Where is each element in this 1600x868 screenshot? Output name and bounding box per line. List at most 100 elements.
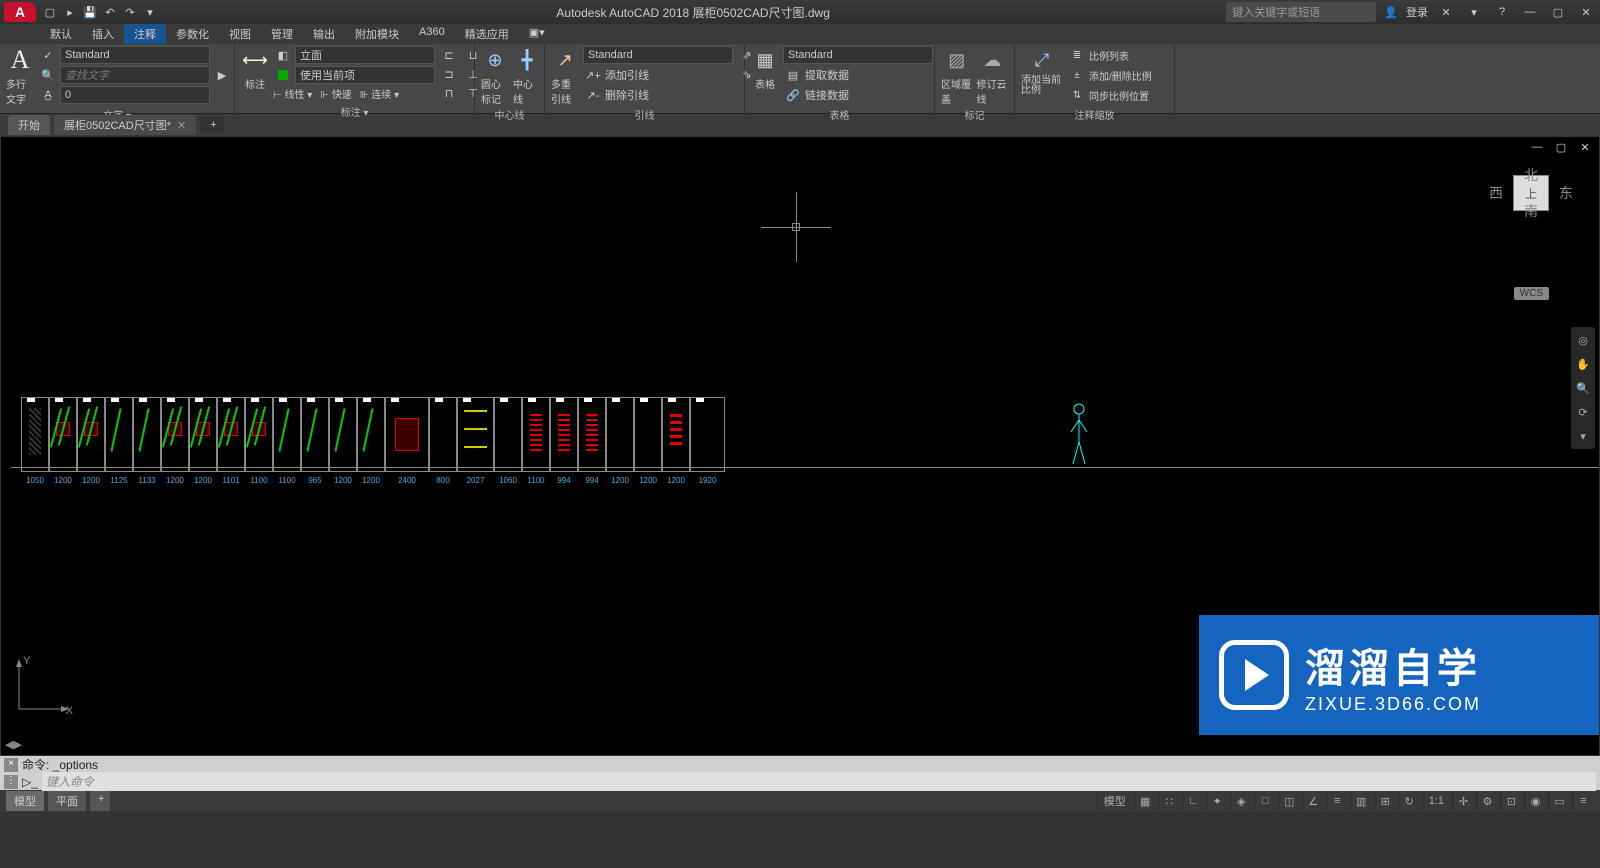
leaderstyle-combo[interactable]: Standard [583,46,733,64]
dimcont-button[interactable]: ⊪ 连续 ▾ [360,86,399,101]
nav-pan-icon[interactable]: ✋ [1574,355,1592,373]
sb-scale-label[interactable]: 1:1 [1422,792,1450,810]
sb-otrack-icon[interactable]: ∠ [1302,792,1324,810]
viewcube-west[interactable]: 西 [1489,183,1503,203]
command-input[interactable]: 键入命令 [42,772,1596,791]
layout-add-button[interactable]: + [90,791,110,811]
sb-custom-icon[interactable]: ≡ [1572,792,1594,810]
sb-iso2-icon[interactable]: ◉ [1524,792,1546,810]
dimlayer-icon[interactable]: ◧ [273,46,293,64]
link-icon[interactable]: 🔗 [783,86,803,104]
tab-default[interactable]: 默认 [40,24,82,44]
mtext-button[interactable]: A 多行文字 [6,46,34,106]
app-logo[interactable]: A [4,2,36,22]
find-go-icon[interactable]: ▶ [212,66,232,84]
scaleadd-icon[interactable]: ± [1067,66,1087,84]
revcloud-button[interactable]: ☁修订云线 [977,46,1009,106]
sb-lwt-icon[interactable]: ≡ [1326,792,1348,810]
sb-ws-icon[interactable]: ⚙ [1476,792,1498,810]
tab-output[interactable]: 输出 [303,24,345,44]
textheight-combo[interactable]: 0 [60,86,210,104]
dimlinear-button[interactable]: ⊢ 线性 ▾ [273,86,312,101]
start-tab[interactable]: 开始 [8,115,50,135]
vp-close-icon[interactable]: ✕ [1575,139,1595,155]
scalelist-label[interactable]: 比例列表 [1089,48,1129,63]
cmd-close-icon[interactable]: × [4,758,18,772]
tab-expand-icon[interactable]: ▣▾ [519,24,555,44]
nav-zoom-icon[interactable]: 🔍 [1574,379,1592,397]
sb-grid-icon[interactable]: ▦ [1134,792,1156,810]
dimquick-button[interactable]: ⊩ 快速 [320,86,352,101]
sb-snap-icon[interactable]: ∷ [1158,792,1180,810]
sb-model-label[interactable]: 模型 [1097,792,1132,810]
tab-manage[interactable]: 管理 [261,24,303,44]
file-tab[interactable]: 展柜0502CAD尺寸图*✕ [54,115,196,135]
new-tab-button[interactable]: + [200,117,224,133]
dim-t1-icon[interactable]: ⊏ [439,46,459,64]
scalesync-label[interactable]: 同步比例位置 [1089,88,1149,103]
tab-view[interactable]: 视图 [219,24,261,44]
dimstyle-combo[interactable]: 立面 [295,46,435,64]
sb-3dosnap-icon[interactable]: ◫ [1278,792,1300,810]
leaderrem-icon[interactable]: ↗- [583,86,603,104]
scroll-arrow-icon[interactable]: ◀▶ [5,738,22,751]
cmd-handle-icon[interactable]: ⋮ [4,775,18,789]
sb-annomon-icon[interactable]: ✢ [1452,792,1474,810]
extract-icon[interactable]: ▤ [783,66,803,84]
viewcube-east[interactable]: 东 [1559,183,1573,203]
tab-annotate[interactable]: 注释 [124,24,166,44]
find-icon[interactable]: 🔍 [38,66,58,84]
vp-max-icon[interactable]: ▢ [1551,139,1571,155]
sb-trans-icon[interactable]: ▥ [1350,792,1372,810]
viewcube[interactable]: 北 东 南 西 上 [1513,167,1549,219]
sb-osnap-icon[interactable]: □ [1254,792,1276,810]
exchange-icon[interactable]: ✕ [1436,4,1456,20]
tab-addins[interactable]: 附加模块 [345,24,409,44]
file-tab-close-icon[interactable]: ✕ [177,120,186,132]
extract-label[interactable]: 提取数据 [805,67,849,83]
drawing-canvas[interactable]: — ▢ ✕ 北 东 南 西 上 WCS ◎ ✋ 🔍 ⟳ ▾ Y X ◀▶ 105… [0,136,1600,756]
scaleadd-label[interactable]: 添加/删除比例 [1089,68,1152,83]
scalelist-icon[interactable]: ≣ [1067,46,1087,64]
dim-t2-icon[interactable]: ⊐ [439,65,459,83]
link-label[interactable]: 链接数据 [805,87,849,103]
sb-qp-icon[interactable]: ⊞ [1374,792,1396,810]
qat-open-icon[interactable]: ▸ [60,2,80,22]
tab-featured[interactable]: 精选应用 [455,24,519,44]
tablestyle-combo[interactable]: Standard [783,46,933,64]
qat-save-icon[interactable]: 💾 [80,2,100,22]
close-icon[interactable]: ✕ [1576,4,1596,20]
leaderadd-icon[interactable]: ↗+ [583,66,603,84]
signin-label[interactable]: 登录 [1406,4,1428,20]
sb-hw-icon[interactable]: ⊡ [1500,792,1522,810]
centerline-button[interactable]: ╋中心线 [513,46,541,106]
textheight-icon[interactable]: A̲ [38,86,58,104]
tab-parametric[interactable]: 参数化 [166,24,219,44]
cart-icon[interactable]: ▾ [1464,4,1484,20]
dimension-button[interactable]: ⟷ 标注 [241,46,269,91]
help-icon[interactable]: ? [1492,4,1512,20]
vp-min-icon[interactable]: — [1527,139,1547,155]
help-search-input[interactable]: 键入关键字或短语 [1226,2,1376,22]
textcheck-icon[interactable]: ✓ [38,46,58,64]
sb-clean-icon[interactable]: ▭ [1548,792,1570,810]
maximize-icon[interactable]: ▢ [1548,4,1568,20]
signin-icon[interactable]: 👤 [1384,6,1398,19]
find-input[interactable]: 查找文字 [60,66,210,84]
minimize-icon[interactable]: — [1520,4,1540,20]
sb-iso-icon[interactable]: ◈ [1230,792,1252,810]
leaderrem-label[interactable]: 删除引线 [605,87,649,103]
viewcube-north[interactable]: 北 [1524,165,1538,185]
qat-undo-icon[interactable]: ↶ [100,2,120,22]
dimcolor-icon[interactable] [273,66,293,84]
layout-tab[interactable]: 平面 [48,791,86,811]
tab-a360[interactable]: A360 [409,24,455,44]
table-button[interactable]: ▦表格 [751,46,779,91]
scalesync-icon[interactable]: ⇅ [1067,86,1087,104]
wipeout-button[interactable]: ▨区域覆盖 [941,46,973,106]
nav-wheel-icon[interactable]: ◎ [1574,331,1592,349]
textstyle-combo[interactable]: Standard [60,46,210,64]
sb-polar-icon[interactable]: ✦ [1206,792,1228,810]
viewcube-south[interactable]: 南 [1524,201,1538,221]
sb-cycle-icon[interactable]: ↻ [1398,792,1420,810]
